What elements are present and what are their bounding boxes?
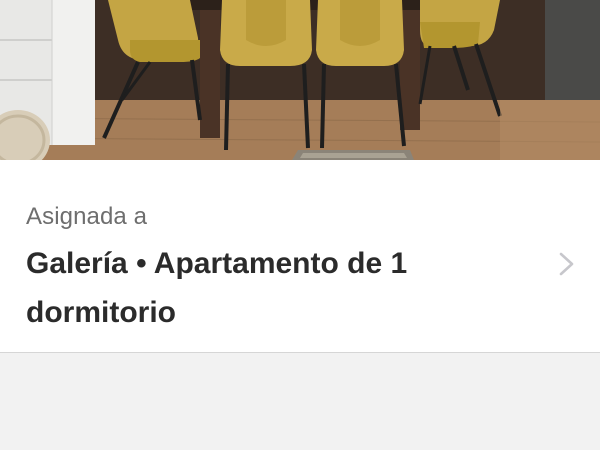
- assigned-row[interactable]: Asignada a Galería • Apartamento de 1 do…: [0, 160, 600, 352]
- background-area: [0, 353, 600, 450]
- assigned-caption: Asignada a: [26, 203, 148, 230]
- listing-photo[interactable]: [0, 0, 600, 160]
- screen: Asignada a Galería • Apartamento de 1 do…: [0, 0, 600, 450]
- chevron-right-icon[interactable]: [556, 250, 578, 278]
- assigned-value: Galería • Apartamento de 1 dormitorio: [26, 247, 408, 329]
- dining-room-image: [0, 0, 600, 160]
